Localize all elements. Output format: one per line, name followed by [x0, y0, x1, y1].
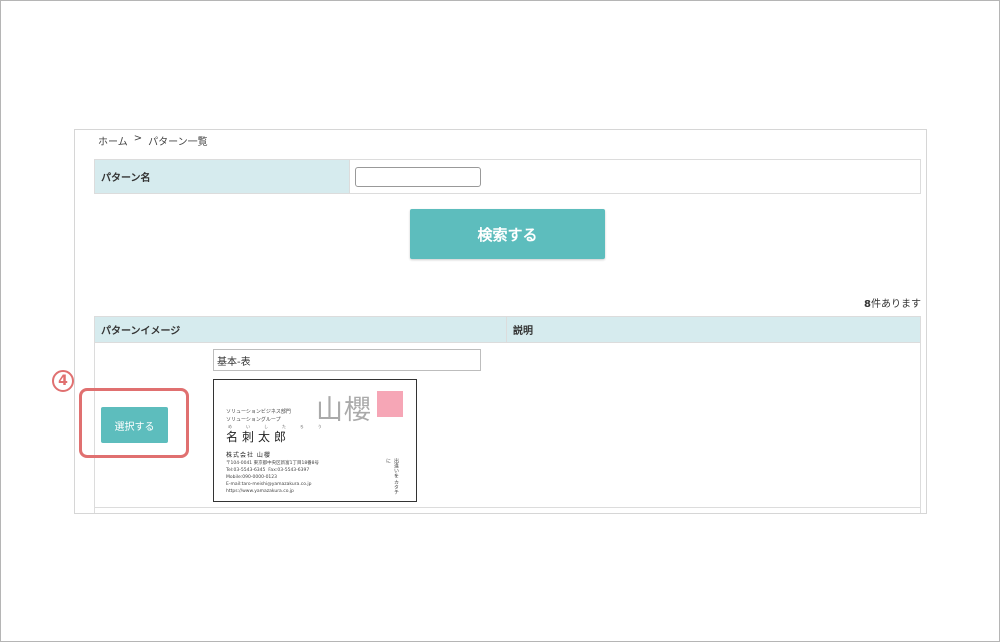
- result-count-number: 8: [864, 299, 871, 310]
- table-row: 基本-表 選択する 山櫻 ソリューションビジネス部門 ソリューショングループ め…: [95, 343, 920, 508]
- card-contact-details: 〒104-0041 東京都中央区新富1丁目18番8号 Tel:03-5543-6…: [226, 461, 320, 494]
- result-table-header: パターンイメージ 説明: [95, 317, 920, 343]
- card-company: 株式会社 山櫻: [226, 452, 271, 459]
- breadcrumb-separator: >: [133, 133, 143, 144]
- card-logo: 山櫻: [316, 395, 372, 426]
- search-button[interactable]: 検索する: [410, 209, 605, 259]
- pattern-name-label: パターン名: [95, 160, 350, 193]
- result-table: パターンイメージ 説明 基本-表 選択する 山櫻 ソリューションビジネス部門 ソ…: [94, 316, 921, 513]
- result-count-suffix: 件あります: [871, 299, 921, 310]
- card-department: ソリューションビジネス部門 ソリューショングループ: [226, 409, 291, 423]
- business-card-preview[interactable]: 山櫻 ソリューションビジネス部門 ソリューショングループ めいしたろう 名刺太郎…: [213, 379, 417, 502]
- pattern-name-value: 基本-表: [213, 349, 481, 371]
- select-button-highlight: [79, 388, 189, 458]
- breadcrumb: ホーム > パターン一覧: [98, 133, 208, 148]
- breadcrumb-current: パターン一覧: [148, 137, 208, 148]
- search-input-cell: [350, 160, 920, 193]
- card-logo-square: [377, 391, 403, 417]
- card-name: 名刺太郎: [226, 430, 291, 444]
- breadcrumb-home[interactable]: ホーム: [98, 133, 128, 148]
- header-description: 説明: [513, 326, 533, 337]
- pattern-name-input[interactable]: [355, 166, 481, 187]
- step-marker: 4: [52, 370, 74, 392]
- search-form: パターン名: [94, 159, 921, 194]
- result-count: 8件あります: [864, 295, 921, 310]
- app-screenshot: ホーム > パターン一覧 パターン名 検索する 8件あります パターンイメージ …: [74, 129, 927, 514]
- card-tagline: 出逢いを カタチに: [385, 458, 399, 495]
- header-pattern-image: パターンイメージ: [95, 317, 507, 342]
- step-number: 4: [58, 373, 68, 389]
